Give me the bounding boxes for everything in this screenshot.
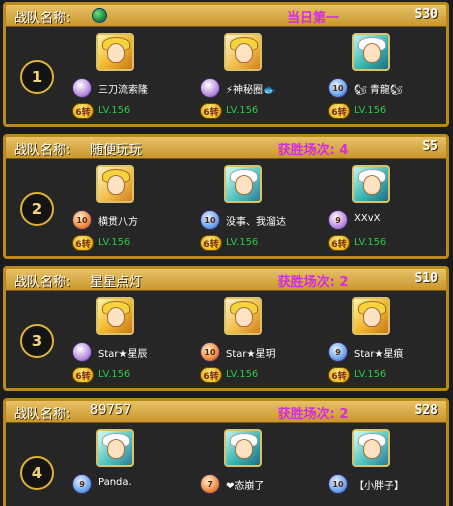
member-name: ❤态崩了 <box>226 481 265 492</box>
team-stat: 获胜场次: 2 <box>277 407 349 422</box>
member-slot[interactable]: 10 Star★星玥 6转 LV.156 <box>198 295 328 388</box>
avatar[interactable] <box>224 429 262 467</box>
rank-medal-icon: 9 <box>328 342 348 362</box>
rebirth-badge: 6转 <box>200 367 222 383</box>
member-slot[interactable]: 9 XXvX 6转 LV.156 <box>326 163 446 256</box>
rank-medal-icon: 10 <box>72 210 92 230</box>
rank-badge: 2 <box>20 192 54 226</box>
member-name: Star★星辰 <box>98 349 148 360</box>
member-slot[interactable]: 10 🐿 青龍🐿 6转 LV.156 <box>326 31 446 124</box>
team-name-label: 战队名称: <box>14 143 71 158</box>
team-card-3[interactable]: 战队名称: 星星点灯 获胜场次: 2 S10 3 Star★星辰 6转 LV.1… <box>3 266 449 391</box>
team-name-label: 战队名称: <box>14 11 71 26</box>
rank-medal-icon: 9 <box>328 210 348 230</box>
team-card-4[interactable]: 战队名称: 89757 获胜场次: 2 S28 4 9 Panda. 7 ❤态崩… <box>3 398 449 506</box>
team-stat: 获胜场次: 4 <box>277 143 349 158</box>
member-level: LV.156 <box>226 105 259 116</box>
member-slot[interactable]: 10 没事、我溜达 6转 LV.156 <box>198 163 328 256</box>
server-tag: S30 <box>414 7 438 22</box>
avatar[interactable] <box>352 33 390 71</box>
rank-medal-icon <box>72 78 92 98</box>
member-slot[interactable]: ⚡神秘圈🐟 6转 LV.156 <box>198 31 328 124</box>
rebirth-badge: 6转 <box>328 367 350 383</box>
avatar[interactable] <box>96 429 134 467</box>
rank-medal-icon <box>200 78 220 98</box>
rebirth-badge: 6转 <box>200 235 222 251</box>
server-tag: S28 <box>414 403 438 418</box>
avatar[interactable] <box>96 33 134 71</box>
avatar[interactable] <box>352 429 390 467</box>
member-slot[interactable]: Star★星辰 6转 LV.156 <box>70 295 200 388</box>
member-slot[interactable]: 9 Star★星痕 6转 LV.156 <box>326 295 446 388</box>
rebirth-badge: 6转 <box>72 103 94 119</box>
team-card-1[interactable]: 战队名称: 当日第一 S30 1 三刀流索隆 6转 LV.156 ⚡神秘圈🐟 6… <box>3 2 449 127</box>
team-header: 战队名称: 随便玩玩 获胜场次: 4 S5 <box>6 137 446 159</box>
member-name: 没事、我溜达 <box>226 217 286 228</box>
member-name: 🐿 青龍🐿 <box>354 85 403 96</box>
member-level: LV.156 <box>98 369 131 380</box>
team-name: 89757 <box>90 403 132 418</box>
team-name: 随便玩玩 <box>90 143 143 158</box>
team-name: 星星点灯 <box>90 275 143 290</box>
member-name: Panda. <box>98 477 132 488</box>
rebirth-badge: 6转 <box>328 235 350 251</box>
avatar[interactable] <box>96 165 134 203</box>
member-level: LV.156 <box>354 369 387 380</box>
team-header: 战队名称: 89757 获胜场次: 2 S28 <box>6 401 446 423</box>
team-stat: 当日第一 <box>286 11 339 26</box>
member-slot[interactable]: 10 【小胖子】 <box>326 427 446 506</box>
team-name-label: 战队名称: <box>14 275 71 290</box>
member-name: ⚡神秘圈🐟 <box>226 85 276 96</box>
rank-medal-icon: 7 <box>200 474 220 494</box>
team-name-label: 战队名称: <box>14 407 71 422</box>
rebirth-badge: 6转 <box>72 235 94 251</box>
team-stat: 获胜场次: 2 <box>277 275 349 290</box>
rebirth-badge: 6转 <box>200 103 222 119</box>
globe-icon <box>92 8 107 23</box>
rank-medal-icon: 9 <box>72 474 92 494</box>
member-name: Star★星玥 <box>226 349 276 360</box>
member-name: 横贯八方 <box>98 217 138 228</box>
member-slot[interactable]: 7 ❤态崩了 <box>198 427 328 506</box>
member-level: LV.156 <box>226 237 259 248</box>
member-slot[interactable]: 三刀流索隆 6转 LV.156 <box>70 31 200 124</box>
rank-medal-icon: 10 <box>200 210 220 230</box>
avatar[interactable] <box>224 33 262 71</box>
member-level: LV.156 <box>226 369 259 380</box>
member-level: LV.156 <box>98 105 131 116</box>
rank-medal-icon: 10 <box>328 78 348 98</box>
rebirth-badge: 6转 <box>328 103 350 119</box>
member-name: 【小胖子】 <box>354 481 404 492</box>
team-header: 战队名称: 星星点灯 获胜场次: 2 S10 <box>6 269 446 291</box>
avatar[interactable] <box>352 165 390 203</box>
rank-badge: 4 <box>20 456 54 490</box>
avatar[interactable] <box>352 297 390 335</box>
member-level: LV.156 <box>354 237 387 248</box>
rank-medal-icon <box>72 342 92 362</box>
member-level: LV.156 <box>98 237 131 248</box>
rank-medal-icon: 10 <box>200 342 220 362</box>
member-name: XXvX <box>354 213 381 224</box>
server-tag: S5 <box>422 139 438 154</box>
member-level: LV.156 <box>354 105 387 116</box>
avatar[interactable] <box>224 297 262 335</box>
team-header: 战队名称: 当日第一 S30 <box>6 5 446 27</box>
rebirth-badge: 6转 <box>72 367 94 383</box>
member-slot[interactable]: 10 横贯八方 6转 LV.156 <box>70 163 200 256</box>
member-name: 三刀流索隆 <box>98 85 148 96</box>
avatar[interactable] <box>96 297 134 335</box>
member-slot[interactable]: 9 Panda. <box>70 427 200 506</box>
member-name: Star★星痕 <box>354 349 404 360</box>
avatar[interactable] <box>224 165 262 203</box>
server-tag: S10 <box>414 271 438 286</box>
team-card-2[interactable]: 战队名称: 随便玩玩 获胜场次: 4 S5 2 10 横贯八方 6转 LV.15… <box>3 134 449 259</box>
rank-badge: 1 <box>20 60 54 94</box>
rank-medal-icon: 10 <box>328 474 348 494</box>
rank-badge: 3 <box>20 324 54 358</box>
